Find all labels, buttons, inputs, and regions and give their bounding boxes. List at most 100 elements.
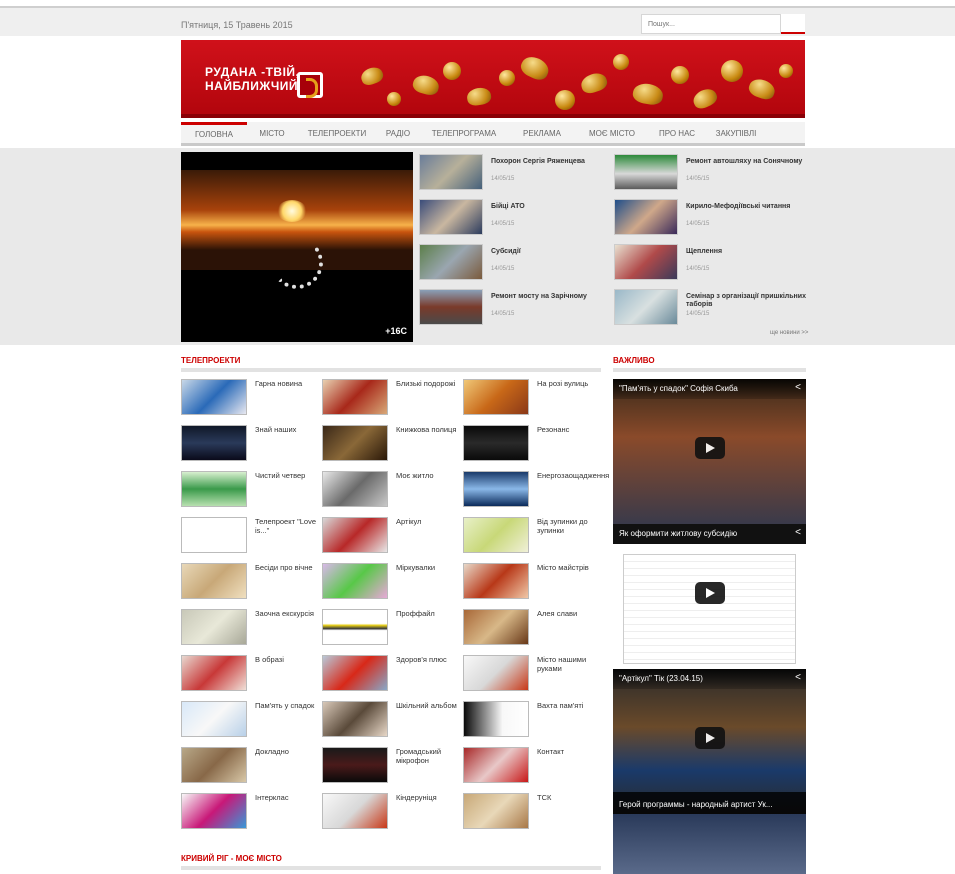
tv-project-thumbnail[interactable] — [181, 425, 247, 461]
tv-project-label[interactable]: Знай наших — [255, 425, 321, 434]
tv-project-item[interactable]: Чистий четвер — [181, 471, 321, 517]
tv-project-label[interactable]: Близькі подорожі — [396, 379, 462, 388]
nav-item-about[interactable]: ПРО НАС — [649, 122, 705, 143]
tv-project-thumbnail[interactable] — [322, 655, 388, 691]
news-title[interactable]: Семінар з організації пришкільних таборі… — [686, 293, 810, 309]
tv-project-thumbnail[interactable] — [463, 471, 529, 507]
tv-project-thumbnail[interactable] — [181, 609, 247, 645]
tv-project-item[interactable]: ТСК — [463, 793, 603, 839]
tv-project-item[interactable]: Докладно — [181, 747, 321, 793]
nav-item-procurement[interactable]: ЗАКУПІВЛІ — [705, 122, 767, 143]
play-button-icon[interactable] — [695, 437, 725, 459]
play-button-icon[interactable] — [695, 727, 725, 749]
nav-item-city[interactable]: МІСТО — [247, 122, 297, 143]
news-thumbnail[interactable] — [419, 154, 483, 190]
news-thumbnail[interactable] — [419, 289, 483, 325]
news-title[interactable]: Похорон Сергія Ряженцева — [491, 158, 615, 166]
nav-item-my-city[interactable]: МОЄ МІСТО — [575, 122, 649, 143]
news-thumbnail[interactable] — [614, 289, 678, 325]
tv-project-item[interactable]: Місто нашими руками — [463, 655, 603, 701]
tv-project-item[interactable]: Знай наших — [181, 425, 321, 471]
nav-item-tv-projects[interactable]: ТЕЛЕПРОЕКТИ — [297, 122, 377, 143]
search-button[interactable] — [781, 14, 805, 34]
tv-project-label[interactable]: Артікул — [396, 517, 462, 526]
tv-project-label[interactable]: Енергозаощадження — [537, 471, 609, 480]
news-item[interactable]: Похорон Сергія Ряженцева 14/05/15 — [419, 152, 614, 197]
tv-project-label[interactable]: Від зупинки до зупинки — [537, 517, 603, 535]
tv-project-thumbnail[interactable] — [463, 517, 529, 553]
tv-project-label[interactable]: Гарна новина — [255, 379, 321, 388]
nav-item-home[interactable]: ГОЛОВНА — [181, 122, 247, 143]
news-title[interactable]: Ремонт мосту на Зарічному — [491, 293, 615, 301]
video-title[interactable]: "Пам'ять у спадок" Софія Скиба — [619, 384, 789, 393]
tv-project-item[interactable]: Алея слави — [463, 609, 603, 655]
news-title[interactable]: Субсидії — [491, 248, 615, 256]
tv-project-label[interactable]: Заочна екскурсія — [255, 609, 321, 618]
tv-project-thumbnail[interactable] — [322, 471, 388, 507]
tv-project-label[interactable]: Чистий четвер — [255, 471, 321, 480]
tv-project-thumbnail[interactable] — [181, 471, 247, 507]
tv-project-thumbnail[interactable] — [181, 701, 247, 737]
share-icon[interactable]: < — [795, 527, 801, 538]
tv-project-item[interactable]: Резонанс — [463, 425, 603, 471]
tv-project-thumbnail[interactable] — [181, 655, 247, 691]
tv-project-thumbnail[interactable] — [322, 701, 388, 737]
tv-project-label[interactable]: Телепроект "Love is..." — [255, 517, 321, 535]
tv-project-label[interactable]: Алея слави — [537, 609, 603, 618]
tv-project-label[interactable]: Вахта пам'яті — [537, 701, 603, 710]
tv-project-item[interactable]: Артікул — [322, 517, 462, 563]
tv-project-label[interactable]: Бесіди про вічне — [255, 563, 321, 572]
news-item[interactable]: Щеплення 14/05/15 — [614, 242, 809, 287]
nav-item-radio[interactable]: РАДІО — [377, 122, 419, 143]
tv-project-item[interactable]: Громадський мікрофон — [322, 747, 462, 793]
featured-video[interactable]: +16С — [181, 152, 413, 342]
tv-project-thumbnail[interactable] — [463, 379, 529, 415]
tv-project-thumbnail[interactable] — [322, 425, 388, 461]
tv-project-label[interactable]: Проффайл — [396, 609, 462, 618]
news-item[interactable]: Кирило-Мефодіївські читання 14/05/15 — [614, 197, 809, 242]
tv-project-label[interactable]: Шкільний альбом — [396, 701, 462, 710]
tv-project-item[interactable]: Інтерклас — [181, 793, 321, 839]
site-banner[interactable]: РУДАНА -ТВІЙ, НАЙБЛИЖЧИЙ — [181, 40, 805, 118]
news-thumbnail[interactable] — [614, 154, 678, 190]
tv-project-thumbnail[interactable] — [463, 425, 529, 461]
tv-project-item[interactable]: Кіндеруніця — [322, 793, 462, 839]
tv-project-label[interactable]: ТСК — [537, 793, 603, 802]
tv-project-thumbnail[interactable] — [463, 609, 529, 645]
tv-project-label[interactable]: Пам'ять у спадок — [255, 701, 321, 710]
tv-project-item[interactable]: Від зупинки до зупинки — [463, 517, 603, 563]
tv-project-item[interactable]: Моє житло — [322, 471, 462, 517]
video-title[interactable]: Як оформити житлову субсидію — [619, 529, 789, 538]
news-item[interactable]: Субсидії 14/05/15 — [419, 242, 614, 287]
tv-project-item[interactable]: Бесіди про вічне — [181, 563, 321, 609]
tv-project-item[interactable]: Близькі подорожі — [322, 379, 462, 425]
tv-project-thumbnail[interactable] — [181, 747, 247, 783]
tv-project-item[interactable]: Енергозаощадження — [463, 471, 609, 517]
tv-project-label[interactable]: Резонанс — [537, 425, 603, 434]
news-title[interactable]: Кирило-Мефодіївські читання — [686, 203, 810, 211]
tv-project-item[interactable]: Книжкова полиця — [322, 425, 462, 471]
tv-project-label[interactable]: Місто майстрів — [537, 563, 603, 572]
tv-project-label[interactable]: Книжкова полиця — [396, 425, 462, 434]
tv-project-item[interactable]: Місто майстрів — [463, 563, 603, 609]
news-thumbnail[interactable] — [614, 199, 678, 235]
tv-project-label[interactable]: Контакт — [537, 747, 603, 756]
tv-project-item[interactable]: Телепроект "Love is..." — [181, 517, 321, 563]
tv-project-label[interactable]: Кіндеруніця — [396, 793, 462, 802]
tv-project-label[interactable]: В образі — [255, 655, 321, 664]
tv-project-item[interactable]: Контакт — [463, 747, 603, 793]
news-title[interactable]: Щеплення — [686, 248, 810, 256]
news-title[interactable]: Ремонт автошляху на Сонячному — [686, 158, 810, 166]
tv-project-label[interactable]: Докладно — [255, 747, 321, 756]
tv-project-item[interactable]: Здоров'я плюс — [322, 655, 462, 701]
share-icon[interactable]: < — [795, 672, 801, 683]
tv-project-label[interactable]: Інтерклас — [255, 793, 321, 802]
news-item[interactable]: Ремонт автошляху на Сонячному 14/05/15 — [614, 152, 809, 197]
news-thumbnail[interactable] — [419, 199, 483, 235]
tv-project-thumbnail[interactable] — [322, 793, 388, 829]
video-embed[interactable]: Як оформити житлову субсидію < — [613, 524, 806, 669]
news-item[interactable]: Семінар з організації пришкільних таборі… — [614, 287, 809, 332]
more-news-link[interactable]: ще новини >> — [770, 330, 808, 336]
tv-project-label[interactable]: Моє житло — [396, 471, 462, 480]
tv-project-thumbnail[interactable] — [463, 701, 529, 737]
